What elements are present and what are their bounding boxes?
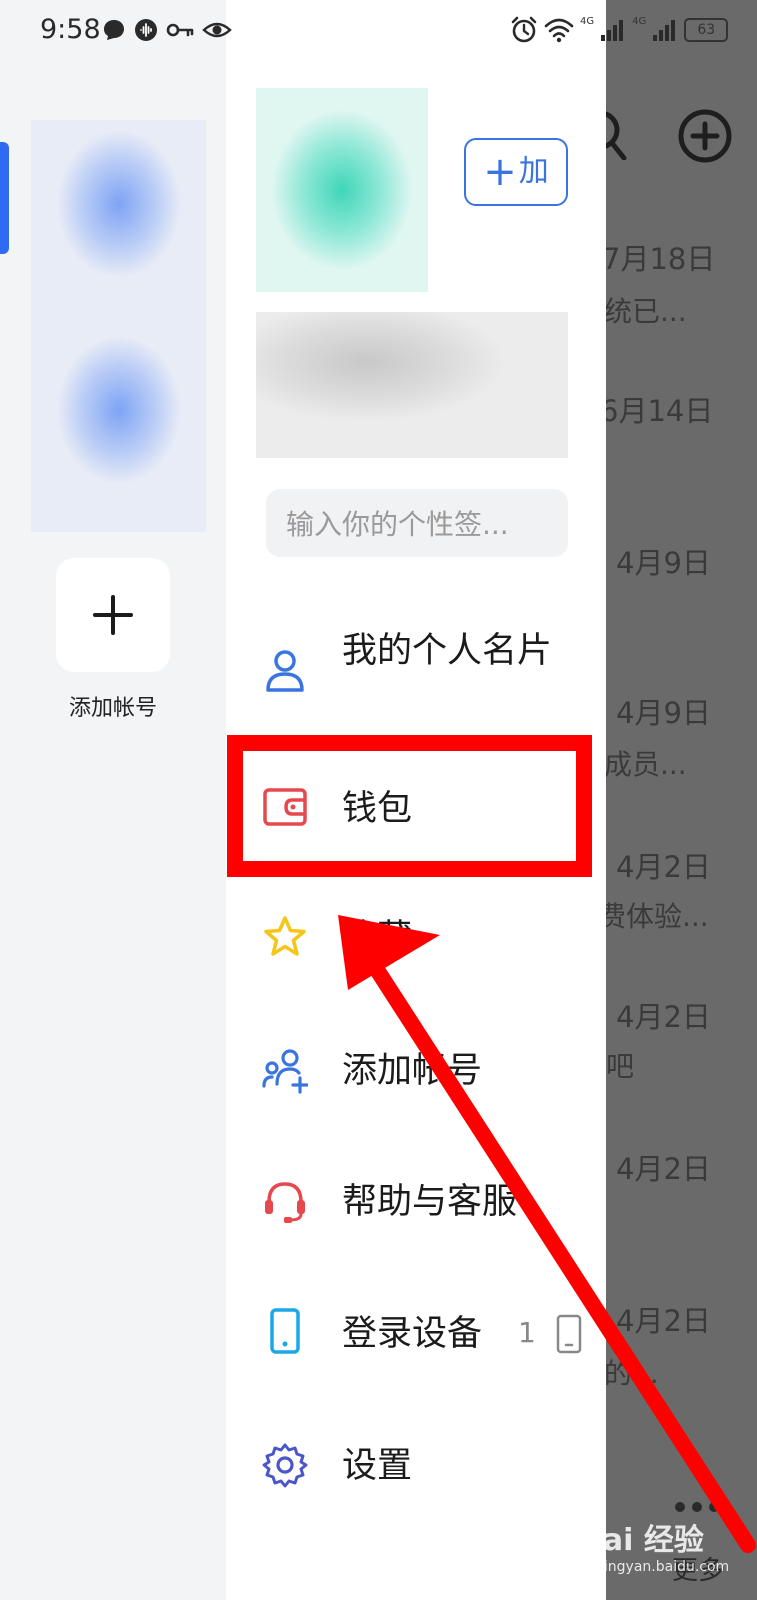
list-item-date: 6月14日 [606, 394, 714, 428]
highlight-box [227, 735, 592, 877]
signature-input[interactable]: 输入你的个性签... [266, 489, 568, 557]
status-icons-right: 4G 4G 63 [510, 16, 729, 44]
profile-name-blurred[interactable] [256, 312, 568, 458]
battery-level: 63 [697, 22, 716, 38]
current-account-indicator [0, 142, 9, 254]
add-circle-icon [678, 109, 732, 163]
add-people-icon [262, 1049, 308, 1094]
phone-icon [270, 1308, 300, 1354]
menu-item-add-account[interactable]: 添加帐号 [226, 1012, 606, 1132]
background-chat-list-dimmed[interactable]: 7月18日 统已... 6月14日 4月9日 4月9日 成员... 4月2日 费… [606, 0, 757, 1600]
list-item-preview: 吧 [606, 1050, 635, 1083]
vpn-key-icon [166, 23, 194, 37]
add-account-label: 添加帐号 [68, 696, 157, 721]
battery-icon: 63 [684, 18, 729, 42]
plus-icon [93, 595, 133, 635]
menu-item-label: 帮助与客服 [342, 1182, 518, 1222]
more-dots-icon [675, 1502, 719, 1512]
list-item-date: 4月9日 [616, 546, 711, 580]
status-icons-left [102, 18, 232, 42]
signal-icon [653, 20, 676, 41]
account-switcher-panel: 添加帐号 [0, 0, 226, 1600]
list-item-date: 4月2日 [616, 1152, 711, 1186]
device-phone-icon [556, 1314, 582, 1354]
star-icon [264, 916, 306, 956]
gear-icon [262, 1443, 308, 1488]
watermark: Bai 经验 jingyan.baidu.com [580, 1515, 729, 1575]
person-icon [266, 650, 304, 692]
add-friend-button[interactable]: + 加 [464, 138, 568, 206]
account-avatars-blurred[interactable] [31, 120, 206, 532]
status-bar: 9:58 4G 4G 63 [0, 0, 757, 66]
status-time: 9:58 [40, 14, 101, 45]
list-item-date: 4月2日 [616, 1000, 711, 1034]
menu-item-label: 收藏 [342, 918, 413, 958]
add-friend-label: 加 [518, 154, 549, 189]
list-item-preview: 的... [606, 1357, 659, 1390]
watermark-url: jingyan.baidu.com [600, 1559, 730, 1575]
menu-item-label: 我的个人名片 [342, 631, 553, 671]
eye-icon [202, 22, 232, 38]
alarm-icon [511, 16, 537, 43]
plus-icon: + [483, 149, 517, 195]
search-icon [606, 111, 627, 160]
menu-item-login-devices[interactable]: 登录设备 1 [226, 1276, 606, 1396]
audio-wave-icon [135, 19, 157, 41]
list-item-preview: 成员... [606, 748, 687, 781]
menu-item-settings[interactable]: 设置 [226, 1408, 606, 1528]
signal-icon [601, 20, 624, 41]
watermark-main: Bai 经验 [580, 1523, 704, 1558]
wifi-icon [544, 18, 574, 43]
menu-item-label: 登录设备 [342, 1314, 483, 1354]
menu-item-label: 添加帐号 [342, 1051, 483, 1091]
menu-item-personal-card[interactable]: 我的个人名片 [226, 616, 606, 726]
list-item-preview: 费体验... [606, 900, 709, 933]
chat-bubble-icon [104, 20, 124, 40]
add-account-button[interactable] [56, 558, 170, 672]
menu-item-favorites[interactable]: 收藏 [226, 880, 606, 1000]
list-item-date: 4月9日 [616, 696, 711, 730]
list-item-date: 4月2日 [616, 850, 711, 884]
list-item-date: 4月2日 [616, 1304, 711, 1338]
headset-icon [265, 1182, 305, 1223]
network-type-label: 4G [632, 16, 647, 27]
menu-item-label: 设置 [342, 1446, 413, 1486]
network-type-label: 4G [580, 16, 595, 27]
list-item-preview: 统已... [606, 295, 687, 328]
list-item-date: 7月18日 [606, 242, 716, 276]
device-count: 1 [518, 1316, 536, 1349]
menu-item-help-support[interactable]: 帮助与客服 [226, 1144, 606, 1264]
avatar[interactable] [256, 88, 428, 292]
